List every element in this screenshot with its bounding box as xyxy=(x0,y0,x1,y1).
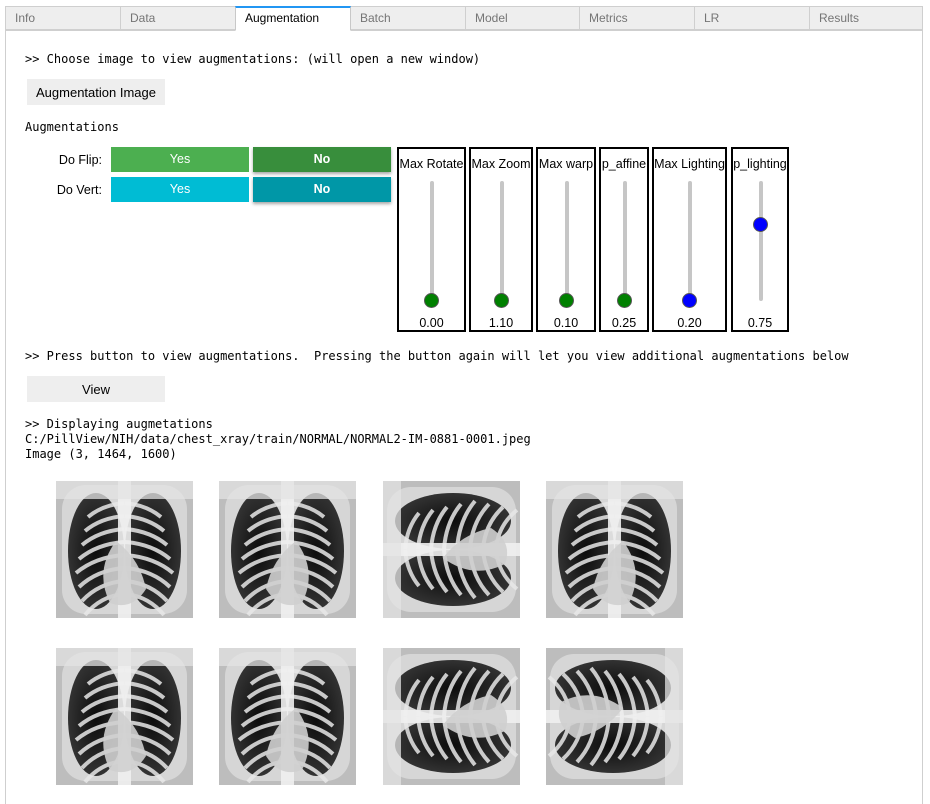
tab-info[interactable]: Info xyxy=(5,6,121,30)
max-rotate-slider: Max Rotate 0.00 xyxy=(397,147,466,332)
xray-image xyxy=(546,648,683,785)
tab-bar: Info Data Augmentation Batch Model Metri… xyxy=(5,6,923,31)
augmentations-label: Augmentations xyxy=(25,120,119,134)
xray-image xyxy=(383,481,520,618)
p-lighting-value: 0.75 xyxy=(747,316,773,330)
do-vert-no-button[interactable]: No xyxy=(253,177,391,202)
displaying-text: >> Displaying augmetations xyxy=(25,417,213,431)
p-affine-label: p_affine xyxy=(601,157,647,171)
do-vert-yes-button[interactable]: Yes xyxy=(111,177,249,202)
tab-results[interactable]: Results xyxy=(809,6,923,30)
max-lighting-handle[interactable] xyxy=(682,293,697,308)
max-warp-value: 0.10 xyxy=(553,316,579,330)
max-warp-handle[interactable] xyxy=(559,293,574,308)
choose-image-text: >> Choose image to view augmentations: (… xyxy=(25,52,481,66)
max-zoom-label: Max Zoom xyxy=(471,157,531,171)
p-lighting-handle[interactable] xyxy=(753,217,768,233)
do-vert-label: Do Vert: xyxy=(56,183,102,197)
tab-data[interactable]: Data xyxy=(120,6,236,30)
xray-image xyxy=(56,481,193,618)
max-warp-track[interactable] xyxy=(565,181,569,301)
xray-image xyxy=(56,648,193,785)
max-rotate-track[interactable] xyxy=(430,181,434,301)
image-path-text: C:/PillView/NIH/data/chest_xray/train/NO… xyxy=(25,432,531,446)
do-flip-yes-button[interactable]: Yes xyxy=(111,147,249,172)
tab-metrics[interactable]: Metrics xyxy=(579,6,695,30)
tab-batch[interactable]: Batch xyxy=(350,6,466,30)
tab-lr[interactable]: LR xyxy=(694,6,810,30)
max-zoom-track[interactable] xyxy=(500,181,504,301)
max-lighting-label: Max Lighting xyxy=(654,157,725,171)
view-button[interactable]: View xyxy=(27,376,165,402)
max-zoom-value: 1.10 xyxy=(488,316,514,330)
max-lighting-track[interactable] xyxy=(688,181,692,301)
max-zoom-slider: Max Zoom 1.10 xyxy=(469,147,533,332)
do-flip-no-button[interactable]: No xyxy=(253,147,391,172)
augmentation-image-button[interactable]: Augmentation Image xyxy=(27,79,165,105)
p-lighting-label: p_lighting xyxy=(733,157,787,171)
max-warp-label: Max warp xyxy=(538,157,594,171)
p-affine-handle[interactable] xyxy=(617,293,632,308)
max-rotate-value: 0.00 xyxy=(419,316,444,330)
tab-augmentation[interactable]: Augmentation xyxy=(235,6,351,31)
xray-image xyxy=(219,481,356,618)
p-affine-track[interactable] xyxy=(623,181,627,301)
p-lighting-slider: p_lighting 0.75 xyxy=(731,147,789,332)
press-button-text: >> Press button to view augmentations. P… xyxy=(25,349,849,363)
image-shape-text: Image (3, 1464, 1600) xyxy=(25,447,177,461)
xray-image xyxy=(219,648,356,785)
p-affine-slider: p_affine 0.25 xyxy=(599,147,649,332)
p-affine-value: 0.25 xyxy=(611,316,637,330)
p-lighting-track[interactable] xyxy=(759,181,763,301)
max-rotate-label: Max Rotate xyxy=(399,157,464,171)
do-flip-label: Do Flip: xyxy=(58,153,102,167)
xray-image xyxy=(546,481,683,618)
tab-model[interactable]: Model xyxy=(465,6,581,30)
max-lighting-slider: Max Lighting 0.20 xyxy=(652,147,727,332)
xray-image xyxy=(383,648,520,785)
max-rotate-handle[interactable] xyxy=(424,293,439,308)
max-warp-slider: Max warp 0.10 xyxy=(536,147,596,332)
max-lighting-value: 0.20 xyxy=(677,316,702,330)
max-zoom-handle[interactable] xyxy=(494,293,509,308)
